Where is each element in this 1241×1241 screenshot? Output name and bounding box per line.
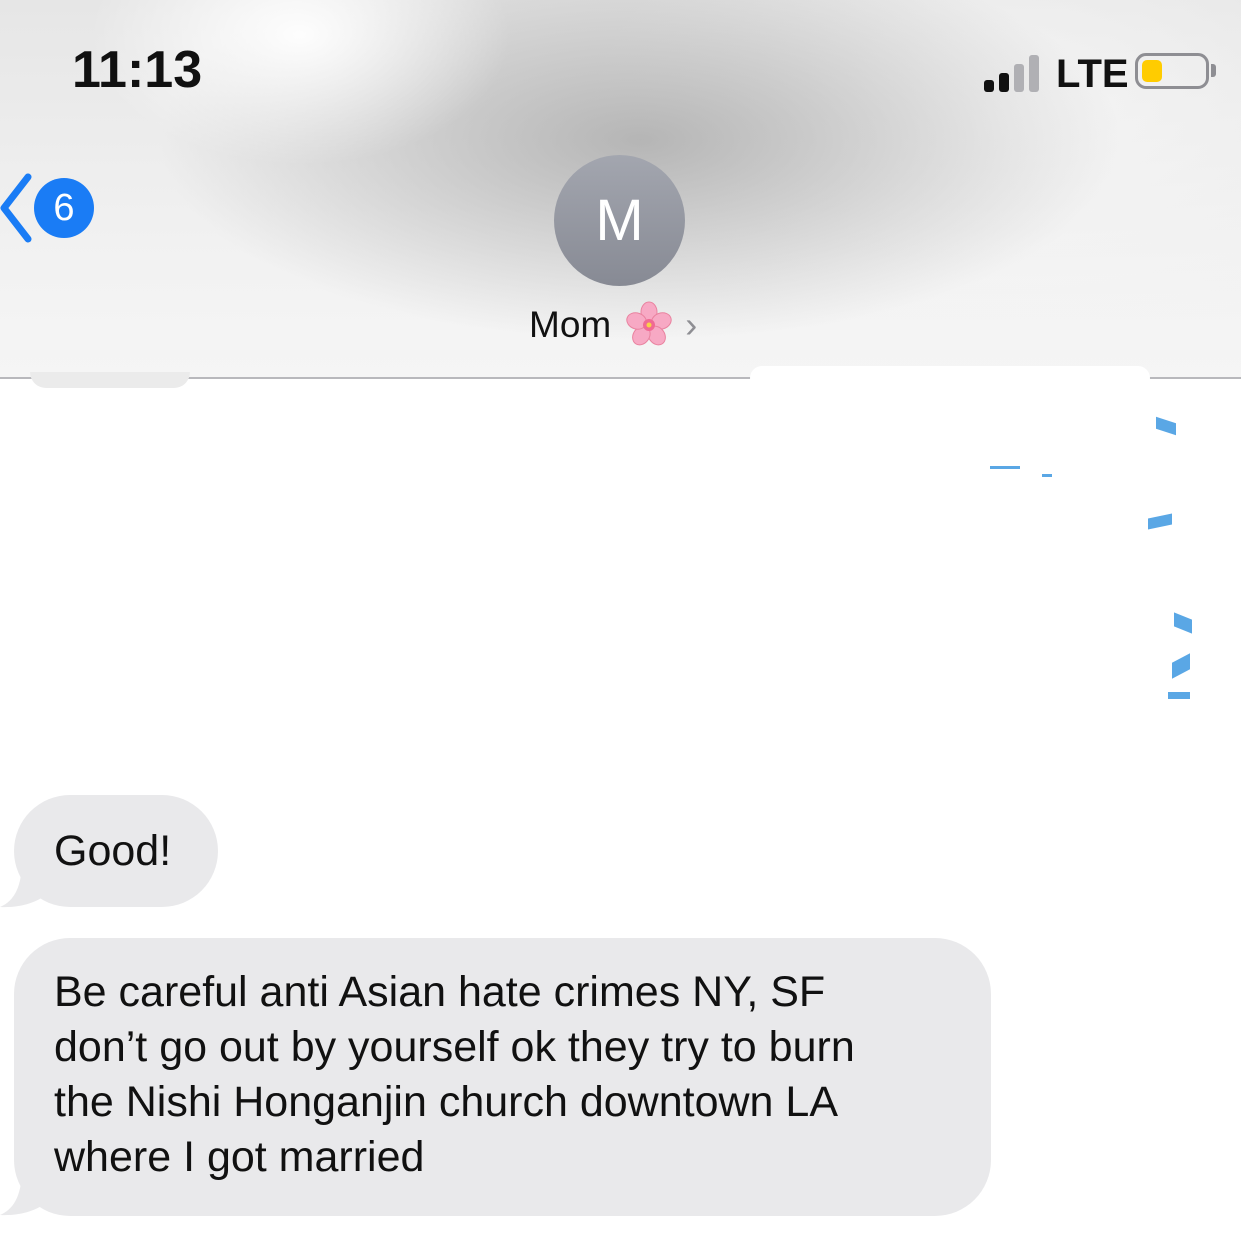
- previous-bubble-edge: [30, 372, 190, 388]
- cherry-blossom-icon: [626, 301, 672, 346]
- edit-mark: [1148, 513, 1172, 530]
- unread-count-badge[interactable]: 6: [34, 178, 94, 238]
- contact-avatar[interactable]: M: [554, 155, 685, 286]
- edit-mark: [1042, 474, 1052, 477]
- message-bubble[interactable]: Good!: [14, 795, 218, 907]
- edit-mark: [1174, 612, 1192, 634]
- redaction: [750, 366, 1150, 390]
- status-time: 11:13: [72, 41, 203, 99]
- edit-mark: [1156, 416, 1176, 436]
- battery-level: [1142, 60, 1162, 82]
- battery-icon: [1135, 53, 1209, 89]
- network-type: LTE: [1056, 52, 1129, 96]
- conversation-header: 11:13 LTE 6 M Mom ›: [0, 0, 1241, 379]
- message-bubble[interactable]: Be careful anti Asian hate crimes NY, SF…: [14, 938, 991, 1216]
- edit-mark: [1172, 653, 1190, 679]
- edit-mark: [990, 466, 1020, 469]
- battery-cap: [1211, 64, 1216, 77]
- contact-details-button[interactable]: Mom ›: [529, 300, 697, 350]
- chevron-right-icon: ›: [685, 304, 698, 345]
- cellular-signal-icon: [984, 52, 1044, 92]
- edit-mark: [1168, 692, 1190, 699]
- contact-name: Mom: [529, 304, 612, 345]
